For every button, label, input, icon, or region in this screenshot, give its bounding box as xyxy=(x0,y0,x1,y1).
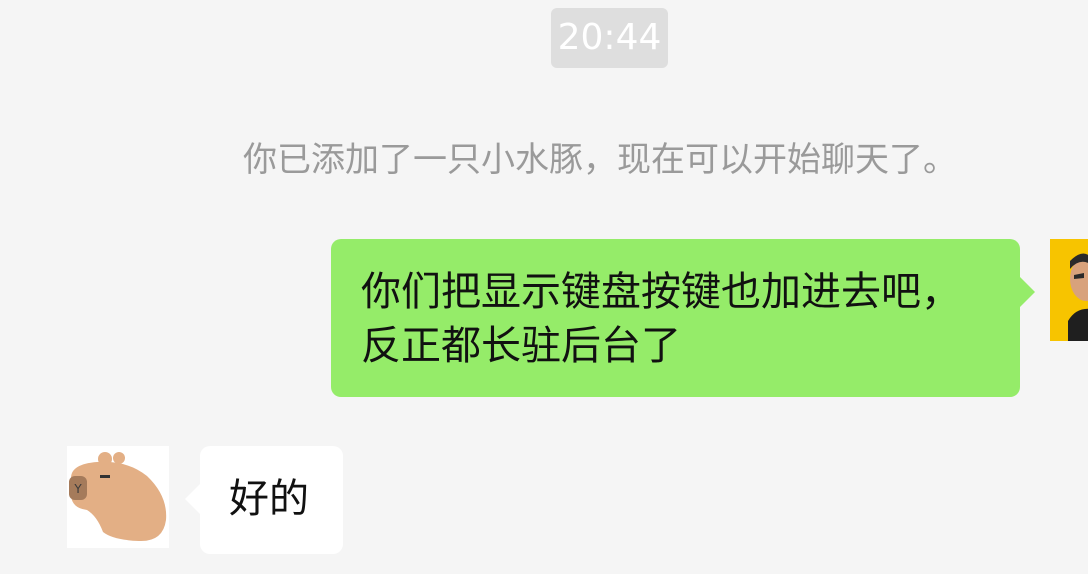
svg-text:Y: Y xyxy=(73,482,82,496)
timestamp-badge: 20:44 xyxy=(551,8,668,68)
bubble-tail xyxy=(185,483,201,515)
user-photo-icon[interactable] xyxy=(1050,239,1088,341)
chat-window: 20:44 你已添加了一只小水豚，现在可以开始聊天了。 你们把显示键盘按键也加进… xyxy=(0,0,1088,574)
bubble-tail xyxy=(1019,276,1035,308)
message-line-2: 反正都长驻后台了 xyxy=(361,323,681,369)
message-line-1: 你们把显示键盘按键也加进去吧， xyxy=(361,269,961,315)
outgoing-message-bubble[interactable]: 你们把显示键盘按键也加进去吧， 反正都长驻后台了 xyxy=(331,239,1035,397)
incoming-message-bubble[interactable]: 好的 xyxy=(185,446,343,554)
capybara-avatar-icon[interactable]: Y xyxy=(67,446,169,548)
message-line-1: 好的 xyxy=(229,476,309,522)
system-notice: 你已添加了一只小水豚，现在可以开始聊天了。 xyxy=(243,140,957,180)
